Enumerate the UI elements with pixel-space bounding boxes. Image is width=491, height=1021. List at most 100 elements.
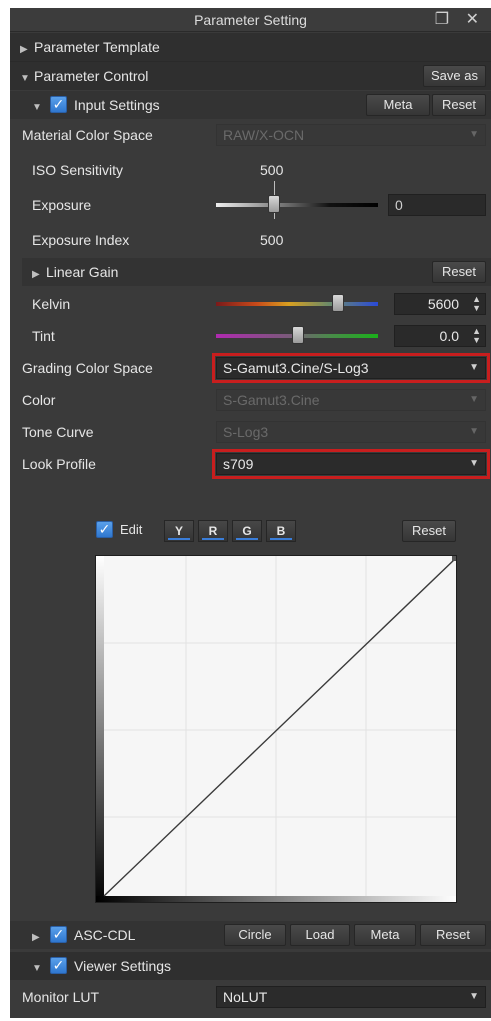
- section-parameter-control[interactable]: ▼ Parameter Control Save as: [10, 62, 491, 90]
- parameter-setting-panel: Parameter Setting ❐ ✕ ▶ Parameter Templat…: [10, 8, 491, 1018]
- select-value: NoLUT: [223, 989, 268, 1005]
- section-label: Viewer Settings: [74, 958, 172, 974]
- iso-sensitivity-row: ISO Sensitivity 500: [10, 156, 491, 184]
- section-input-settings[interactable]: ▼ ✓ Input Settings Meta Reset: [10, 91, 491, 119]
- field-label: Tint: [32, 328, 55, 344]
- expand-right-icon: ▶: [20, 44, 28, 55]
- dropdown-arrow-icon: ▼: [469, 129, 479, 140]
- tint-slider-thumb[interactable]: [292, 326, 304, 344]
- tint-row: Tint 0.0 ▲ ▼: [10, 322, 491, 350]
- kelvin-input[interactable]: 5600 ▲ ▼: [394, 293, 486, 315]
- asc-cdl-checkbox[interactable]: ✓: [50, 926, 67, 943]
- meta-button[interactable]: Meta: [366, 94, 430, 116]
- spinner-icon[interactable]: ▲ ▼: [472, 295, 481, 313]
- monitor-lut-row: Monitor LUT NoLUT ▼: [10, 983, 491, 1011]
- viewer-settings-checkbox[interactable]: ✓: [50, 957, 67, 974]
- channel-b-button[interactable]: B: [266, 520, 296, 542]
- edit-checkbox[interactable]: ✓: [96, 521, 113, 538]
- dropdown-arrow-icon: ▼: [469, 458, 479, 469]
- section-asc-cdl[interactable]: ▶ ✓ ASC-CDL Circle Load Meta Reset: [10, 921, 491, 949]
- panel-titlebar: Parameter Setting ❐ ✕: [10, 8, 491, 32]
- asc-meta-button[interactable]: Meta: [354, 924, 416, 946]
- grading-color-space-row: Grading Color Space S-Gamut3.Cine/S-Log3…: [10, 353, 491, 383]
- channel-y-button[interactable]: Y: [164, 520, 194, 542]
- save-as-button[interactable]: Save as: [423, 65, 486, 87]
- asc-reset-button[interactable]: Reset: [420, 924, 486, 946]
- field-label: Look Profile: [22, 456, 96, 472]
- field-label: Color: [22, 392, 56, 408]
- expand-down-icon: ▼: [20, 73, 30, 84]
- kelvin-row: Kelvin 5600 ▲ ▼: [10, 290, 491, 318]
- kelvin-slider-thumb[interactable]: [332, 294, 344, 312]
- section-linear-gain[interactable]: ▶ Linear Gain Reset: [22, 258, 491, 286]
- select-value: S-Gamut3.Cine/S-Log3: [223, 360, 369, 376]
- dropdown-arrow-icon: ▼: [469, 362, 479, 373]
- material-color-space-select[interactable]: RAW/X-OCN ▼: [216, 124, 486, 146]
- color-select[interactable]: S-Gamut3.Cine ▼: [216, 389, 486, 411]
- panel-title: Parameter Setting: [194, 12, 307, 28]
- output-gradient-bar: [96, 556, 104, 902]
- channel-g-button[interactable]: G: [232, 520, 262, 542]
- dropdown-arrow-icon: ▼: [469, 426, 479, 437]
- section-label: Parameter Control: [34, 68, 149, 84]
- reset-button[interactable]: Reset: [432, 94, 486, 116]
- select-value: S-Log3: [223, 424, 269, 440]
- tone-curve-graph: [96, 556, 456, 902]
- linear-gain-reset-button[interactable]: Reset: [432, 261, 486, 283]
- section-label: ASC-CDL: [74, 927, 136, 943]
- curve-toolbar: ✓ Edit Y R G B Reset: [10, 516, 491, 544]
- select-value: S-Gamut3.Cine: [223, 392, 320, 408]
- exposure-row: Exposure 0: [10, 181, 491, 219]
- tone-curve-row: Tone Curve S-Log3 ▼: [10, 418, 491, 446]
- input-gradient-bar: [96, 896, 456, 902]
- field-label: Exposure Index: [32, 232, 130, 248]
- window-controls[interactable]: ❐ ✕: [435, 8, 485, 32]
- tone-curve-select[interactable]: S-Log3 ▼: [216, 421, 486, 443]
- color-row: Color S-Gamut3.Cine ▼: [10, 386, 491, 414]
- input-settings-checkbox[interactable]: ✓: [50, 96, 67, 113]
- curve-reset-button[interactable]: Reset: [402, 520, 456, 542]
- material-color-space-row: Material Color Space RAW/X-OCN ▼: [10, 121, 491, 149]
- section-label: Linear Gain: [46, 264, 119, 280]
- circle-button[interactable]: Circle: [224, 924, 286, 946]
- field-label: Grading Color Space: [22, 360, 153, 376]
- look-profile-select[interactable]: s709 ▼: [212, 449, 490, 479]
- tone-curve-editor[interactable]: [95, 555, 457, 903]
- section-viewer-settings[interactable]: ▼ ✓ Viewer Settings: [10, 952, 491, 980]
- spinner-icon[interactable]: ▲ ▼: [472, 327, 481, 345]
- section-label: Parameter Template: [34, 39, 160, 55]
- field-label: Material Color Space: [22, 127, 153, 143]
- exposure-slider-thumb[interactable]: [268, 195, 280, 213]
- select-value: RAW/X-OCN: [223, 127, 305, 143]
- kelvin-slider[interactable]: [216, 302, 378, 306]
- select-value: s709: [223, 456, 254, 472]
- load-button[interactable]: Load: [290, 924, 350, 946]
- exposure-slider[interactable]: [216, 203, 378, 207]
- grading-color-space-select[interactable]: S-Gamut3.Cine/S-Log3 ▼: [212, 353, 490, 383]
- channel-r-button[interactable]: R: [198, 520, 228, 542]
- kelvin-value: 5600: [427, 296, 459, 312]
- tint-input[interactable]: 0.0 ▲ ▼: [394, 325, 486, 347]
- field-label: Exposure: [32, 197, 92, 213]
- edit-label: Edit: [120, 522, 143, 537]
- exposure-index-value: 500: [260, 232, 284, 248]
- field-label: Kelvin: [32, 296, 71, 312]
- exposure-index-row: Exposure Index 500: [10, 226, 491, 254]
- monitor-lut-select[interactable]: NoLUT ▼: [216, 986, 486, 1008]
- expand-right-icon: ▶: [32, 932, 40, 943]
- exposure-input[interactable]: 0: [388, 194, 486, 216]
- field-label: Monitor LUT: [22, 989, 100, 1005]
- expand-down-icon: ▼: [32, 102, 42, 113]
- look-profile-row: Look Profile s709 ▼: [10, 449, 491, 479]
- section-parameter-template[interactable]: ▶ Parameter Template: [10, 33, 491, 61]
- expand-down-icon: ▼: [32, 963, 42, 974]
- tint-value: 0.0: [439, 328, 459, 344]
- iso-value: 500: [260, 162, 284, 178]
- field-label: Tone Curve: [22, 424, 94, 440]
- expand-right-icon: ▶: [32, 269, 40, 280]
- curve-point-top: [452, 556, 456, 561]
- dropdown-arrow-icon: ▼: [469, 394, 479, 405]
- section-label: Input Settings: [74, 97, 160, 113]
- dropdown-arrow-icon: ▼: [469, 991, 479, 1002]
- field-label: ISO Sensitivity: [32, 162, 124, 178]
